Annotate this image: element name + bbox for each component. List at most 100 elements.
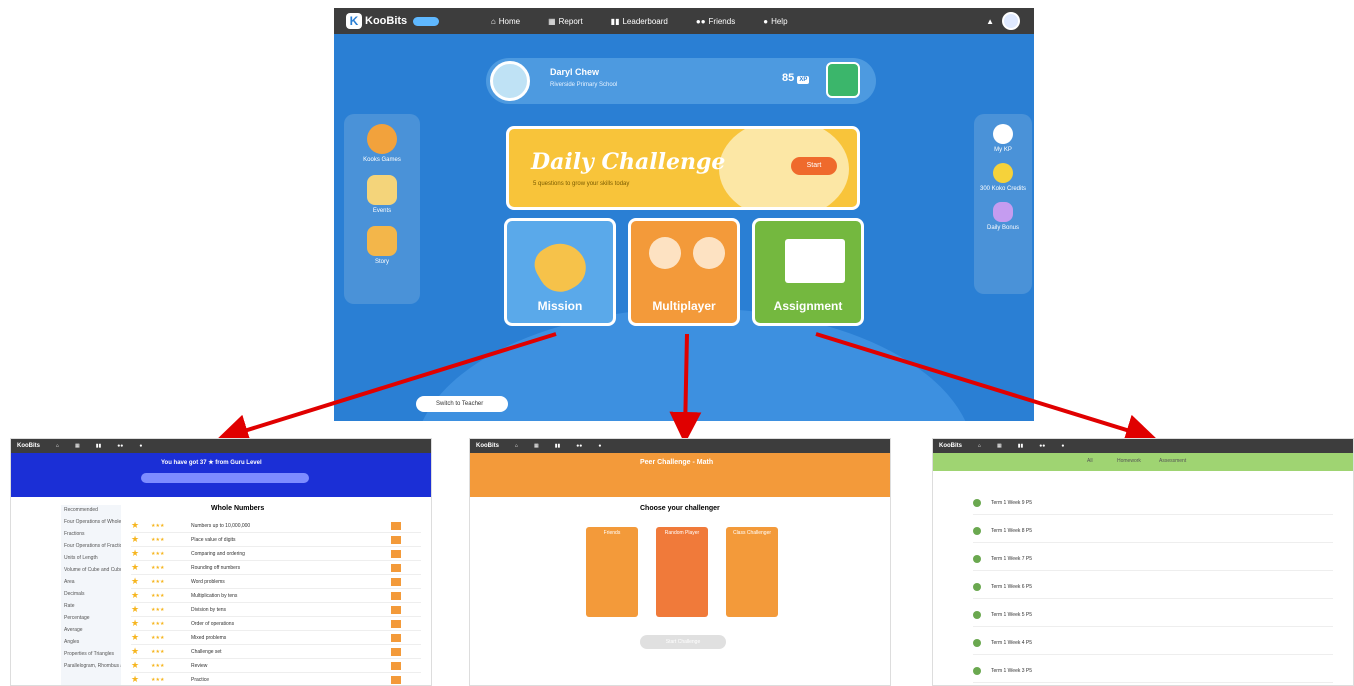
topic-item[interactable]: Units of Length	[61, 553, 121, 565]
assignment-title: Term 1 Week 9 P5	[991, 499, 1033, 506]
play-icon[interactable]	[391, 661, 401, 670]
arrow-to-mission	[216, 332, 557, 446]
play-icon[interactable]	[391, 647, 401, 656]
multiplayer-title: Peer Challenge - Math	[640, 459, 714, 466]
progress-bar	[141, 473, 309, 483]
multiplayer-header: Peer Challenge - Math	[470, 453, 890, 497]
assignment-row[interactable]: Term 1 Week 7 P5	[973, 547, 1333, 571]
topic-item[interactable]: Average	[61, 625, 121, 637]
topic-item[interactable]: Decimals	[61, 589, 121, 601]
lesson-title: Comparing and ordering	[191, 550, 245, 557]
topic-item[interactable]: Volume of Cube and Cuboid	[61, 565, 121, 577]
lesson-row[interactable]: ★ ★★★ Challenge set	[131, 645, 421, 659]
topic-item[interactable]: Angles	[61, 637, 121, 649]
rating-stars: ★★★	[151, 550, 165, 557]
lesson-title: Mixed problems	[191, 634, 227, 641]
lesson-row[interactable]: ★ ★★★ Mixed problems	[131, 631, 421, 645]
lesson-title: Numbers up to 10,000,000	[191, 522, 251, 529]
rating-stars: ★★★	[151, 564, 165, 571]
start-challenge-button[interactable]: Start Challenge	[640, 635, 726, 649]
mission-banner: You have got 37 ★ from Guru Level	[11, 453, 431, 497]
lesson-row[interactable]: ★ ★★★ Multiplication by tens	[131, 589, 421, 603]
assignment-top-bar: KooBits ⌂ ▦ ▮▮ ●● ●	[933, 439, 1353, 453]
tab-homework[interactable]: Homework	[1117, 458, 1141, 464]
assignment-row[interactable]: Term 1 Week 6 P5	[973, 575, 1333, 599]
rating-stars: ★★★	[151, 606, 165, 613]
rating-stars: ★★★	[151, 676, 165, 683]
topic-item[interactable]: Percentage	[61, 613, 121, 625]
play-icon[interactable]	[391, 521, 401, 530]
arrow-to-assignment	[815, 332, 1158, 446]
topic-item[interactable]: Fractions	[61, 529, 121, 541]
mission-banner-text: You have got 37 ★ from Guru Level	[161, 460, 262, 466]
lesson-title: Word problems	[191, 578, 225, 585]
star-icon: ★	[131, 534, 140, 544]
star-icon: ★	[131, 590, 140, 600]
play-icon[interactable]	[391, 633, 401, 642]
lesson-title: Challenge set	[191, 648, 222, 655]
rating-stars: ★★★	[151, 662, 165, 669]
topic-item[interactable]: Four Operations of Fractions	[61, 541, 121, 553]
lesson-row[interactable]: ★ ★★★ Review	[131, 659, 421, 673]
assignment-icon	[973, 554, 981, 563]
lesson-row[interactable]: ★ ★★★ Comparing and ordering	[131, 547, 421, 561]
assignment-icon	[973, 610, 981, 619]
lesson-row[interactable]: ★ ★★★ Numbers up to 10,000,000	[131, 519, 421, 533]
lesson-title: Rounding off numbers	[191, 564, 241, 571]
assignment-screen: KooBits ⌂ ▦ ▮▮ ●● ● All Homework Assessment T…	[932, 438, 1354, 686]
play-icon[interactable]	[391, 563, 401, 572]
assignment-row[interactable]: Term 1 Week 9 P5	[973, 491, 1333, 515]
mission-screen: KooBits ⌂ ▦ ▮▮ ●● ● You have got 37 ★ from Gu…	[10, 438, 432, 686]
assignment-title: Term 1 Week 4 P5	[991, 639, 1033, 646]
lesson-title: Multiplication by tens	[191, 592, 238, 599]
lesson-row[interactable]: ★ ★★★ Division by tens	[131, 603, 421, 617]
play-icon[interactable]	[391, 591, 401, 600]
play-icon[interactable]	[391, 535, 401, 544]
tab-all[interactable]: All	[1087, 458, 1093, 464]
challenger-option-random[interactable]: Random Player	[656, 527, 708, 617]
topic-item[interactable]: Rate	[61, 601, 121, 613]
tab-assessment[interactable]: Assessment	[1159, 458, 1186, 464]
rating-stars: ★★★	[151, 648, 165, 655]
play-icon[interactable]	[391, 675, 401, 684]
assignment-icon	[973, 582, 981, 591]
rating-stars: ★★★	[151, 536, 165, 543]
star-icon: ★	[131, 548, 140, 558]
mission-top-bar: KooBits ⌂ ▦ ▮▮ ●● ●	[11, 439, 431, 453]
play-icon[interactable]	[391, 605, 401, 614]
assignment-title: Term 1 Week 6 P5	[991, 583, 1033, 590]
assignment-row[interactable]: Term 1 Week 4 P5	[973, 631, 1333, 655]
play-icon[interactable]	[391, 549, 401, 558]
lesson-row[interactable]: ★ ★★★ Order of operations	[131, 617, 421, 631]
assignment-row[interactable]: Term 1 Week 5 P5	[973, 603, 1333, 627]
rating-stars: ★★★	[151, 620, 165, 627]
play-icon[interactable]	[391, 619, 401, 628]
mission-title: Whole Numbers	[211, 505, 265, 512]
assignment-header: All Homework Assessment	[933, 453, 1353, 471]
lesson-title: Practice	[191, 676, 210, 683]
topic-item[interactable]: Area	[61, 577, 121, 589]
assignment-title: Term 1 Week 7 P5	[991, 555, 1033, 562]
topic-item[interactable]: Parallelogram, Rhombus and Trapezium	[61, 661, 121, 673]
star-icon: ★	[131, 646, 140, 656]
play-icon[interactable]	[391, 577, 401, 586]
assignment-icon	[973, 498, 981, 507]
lesson-row[interactable]: ★ ★★★ Word problems	[131, 575, 421, 589]
topic-item[interactable]: Properties of Triangles	[61, 649, 121, 661]
lesson-row[interactable]: ★ ★★★ Practice	[131, 673, 421, 685]
topic-item[interactable]: Recommended	[61, 505, 121, 517]
challenger-option-class[interactable]: Class Challenger	[726, 527, 778, 617]
assignment-list: Term 1 Week 9 P5 Term 1 Week 8 P5 Term 1 W…	[973, 491, 1333, 685]
assignment-row[interactable]: Term 1 Week 8 P5	[973, 519, 1333, 543]
challenger-option-friends[interactable]: Friends	[586, 527, 638, 617]
assignment-title: Term 1 Week 8 P5	[991, 527, 1033, 534]
topic-item[interactable]: Four Operations of Whole Numbers	[61, 517, 121, 529]
lesson-title: Division by tens	[191, 606, 227, 613]
assignment-row[interactable]: Term 1 Week 3 P5	[973, 659, 1333, 683]
rating-stars: ★★★	[151, 592, 165, 599]
lesson-row[interactable]: ★ ★★★ Rounding off numbers	[131, 561, 421, 575]
rating-stars: ★★★	[151, 634, 165, 641]
lesson-row[interactable]: ★ ★★★ Place value of digits	[131, 533, 421, 547]
star-icon: ★	[131, 660, 140, 670]
star-icon: ★	[131, 618, 140, 628]
